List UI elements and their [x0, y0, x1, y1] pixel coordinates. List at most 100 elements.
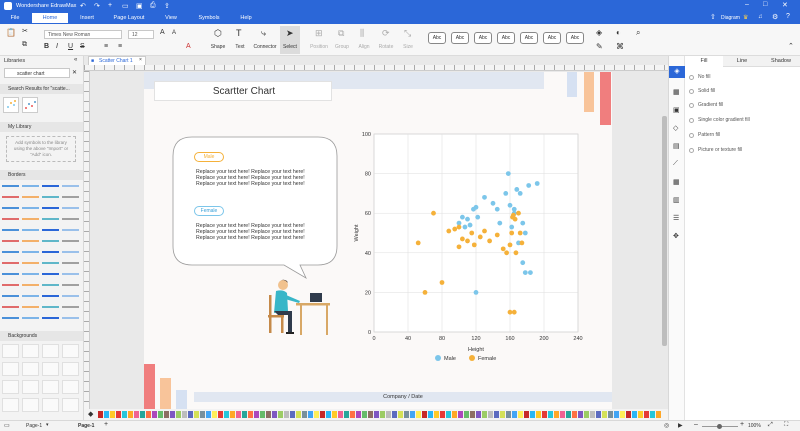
zoom-level[interactable]: 100%	[748, 423, 761, 429]
background-symbol[interactable]	[62, 398, 79, 412]
help-icon[interactable]: ?	[786, 13, 790, 20]
palette-color-swatch[interactable]	[518, 411, 523, 418]
copy-icon[interactable]: ⧉	[22, 41, 27, 49]
border-symbol[interactable]	[22, 229, 39, 231]
background-symbol[interactable]	[22, 380, 39, 394]
border-symbol[interactable]	[2, 207, 19, 209]
tab-help[interactable]: Help	[236, 13, 256, 23]
palette-color-swatch[interactable]	[398, 411, 403, 418]
tab-fill[interactable]: Fill	[685, 56, 723, 67]
palette-color-swatch[interactable]	[320, 411, 325, 418]
border-symbol[interactable]	[62, 262, 79, 264]
format-painter-icon[interactable]: ⌘	[616, 42, 624, 51]
palette-color-swatch[interactable]	[164, 411, 169, 418]
male-pill[interactable]: Male	[194, 152, 224, 162]
border-symbol[interactable]	[22, 251, 39, 253]
fill-option[interactable]: Solid fill	[689, 88, 799, 96]
background-symbol[interactable]	[22, 362, 39, 376]
palette-color-swatch[interactable]	[470, 411, 475, 418]
fill-option[interactable]: No fill	[689, 74, 799, 82]
border-symbol[interactable]	[2, 240, 19, 242]
tab-view[interactable]: View	[160, 13, 182, 23]
style-swatch[interactable]: Abc	[543, 32, 561, 44]
layers-panel-icon[interactable]: ◇	[673, 124, 678, 132]
palette-color-swatch[interactable]	[482, 411, 487, 418]
palette-color-swatch[interactable]	[326, 411, 331, 418]
shadow-icon[interactable]: ◐	[616, 28, 621, 37]
palette-color-swatch[interactable]	[362, 411, 367, 418]
palette-color-swatch[interactable]	[224, 411, 229, 418]
redo-icon[interactable]: ↷	[94, 2, 100, 10]
palette-color-swatch[interactable]	[626, 411, 631, 418]
palette-color-swatch[interactable]	[344, 411, 349, 418]
open-icon[interactable]: ▭	[122, 2, 129, 10]
palette-color-swatch[interactable]	[122, 411, 127, 418]
palette-color-swatch[interactable]	[146, 411, 151, 418]
border-symbol[interactable]	[42, 229, 59, 231]
palette-color-swatch[interactable]	[542, 411, 547, 418]
bell-icon[interactable]: ♫	[758, 14, 763, 20]
border-symbol[interactable]	[22, 262, 39, 264]
palette-color-swatch[interactable]	[536, 411, 541, 418]
background-symbol[interactable]	[62, 380, 79, 394]
new-icon[interactable]: +	[108, 2, 112, 9]
page-title[interactable]: Scartter Chart	[155, 86, 333, 97]
tab-symbols[interactable]: Symbols	[194, 13, 224, 23]
border-symbol[interactable]	[62, 185, 79, 187]
palette-color-swatch[interactable]	[386, 411, 391, 418]
vertical-scrollbar[interactable]	[662, 116, 667, 346]
palette-color-swatch[interactable]	[302, 411, 307, 418]
border-symbol[interactable]	[62, 196, 79, 198]
palette-color-swatch[interactable]	[392, 411, 397, 418]
style-swatch[interactable]: Abc	[428, 32, 446, 44]
share-icon[interactable]: ⇧	[710, 13, 716, 21]
person-at-desk-illustration[interactable]	[266, 277, 334, 337]
palette-color-swatch[interactable]	[110, 411, 115, 418]
border-symbol[interactable]	[42, 317, 59, 319]
palette-color-swatch[interactable]	[368, 411, 373, 418]
palette-color-swatch[interactable]	[284, 411, 289, 418]
palette-color-swatch[interactable]	[314, 411, 319, 418]
border-symbol[interactable]	[62, 306, 79, 308]
strike-icon[interactable]: S	[80, 43, 85, 50]
library-search-input[interactable]: scatter chart	[17, 71, 45, 77]
female-pill[interactable]: Female	[194, 206, 224, 216]
palette-color-swatch[interactable]	[512, 411, 517, 418]
border-symbol[interactable]	[62, 273, 79, 275]
background-symbol[interactable]	[2, 380, 19, 394]
tool-select[interactable]: ➤ Select	[280, 26, 300, 54]
palette-color-swatch[interactable]	[356, 411, 361, 418]
tool-size[interactable]: ⤡ Size	[398, 26, 418, 54]
ribbon-collapse-icon[interactable]: ⌃	[788, 42, 794, 50]
palette-color-swatch[interactable]	[278, 411, 283, 418]
style-swatch[interactable]: Abc	[566, 32, 584, 44]
style-swatch[interactable]: Abc	[451, 32, 469, 44]
palette-color-swatch[interactable]	[134, 411, 139, 418]
palette-color-swatch[interactable]	[308, 411, 313, 418]
zoom-out-icon[interactable]: –	[694, 421, 698, 428]
document-tab[interactable]: ■ Scatter Chart 1 ×	[88, 56, 146, 65]
palette-color-swatch[interactable]	[554, 411, 559, 418]
maximize-icon[interactable]: □	[763, 1, 767, 8]
fullscreen-icon[interactable]: ⛶	[784, 422, 788, 429]
palette-color-swatch[interactable]	[116, 411, 121, 418]
palette-color-swatch[interactable]	[200, 411, 205, 418]
border-symbol[interactable]	[42, 295, 59, 297]
border-symbol[interactable]	[42, 273, 59, 275]
minimize-icon[interactable]: –	[745, 1, 749, 8]
diagram-dropdown[interactable]: Diagram	[721, 15, 740, 21]
background-symbol[interactable]	[62, 362, 79, 376]
palette-color-swatch[interactable]	[608, 411, 613, 418]
border-symbol[interactable]	[2, 284, 19, 286]
fit-panel-icon[interactable]: ✥	[673, 232, 679, 240]
palette-color-swatch[interactable]	[440, 411, 445, 418]
background-symbol[interactable]	[2, 398, 19, 412]
background-symbol[interactable]	[62, 344, 79, 358]
background-symbol[interactable]	[42, 398, 59, 412]
border-symbol[interactable]	[2, 229, 19, 231]
border-symbol[interactable]	[42, 284, 59, 286]
palette-color-swatch[interactable]	[128, 411, 133, 418]
palette-color-swatch[interactable]	[410, 411, 415, 418]
fit-page-icon[interactable]: ⤢	[768, 422, 773, 429]
background-symbol[interactable]	[42, 344, 59, 358]
